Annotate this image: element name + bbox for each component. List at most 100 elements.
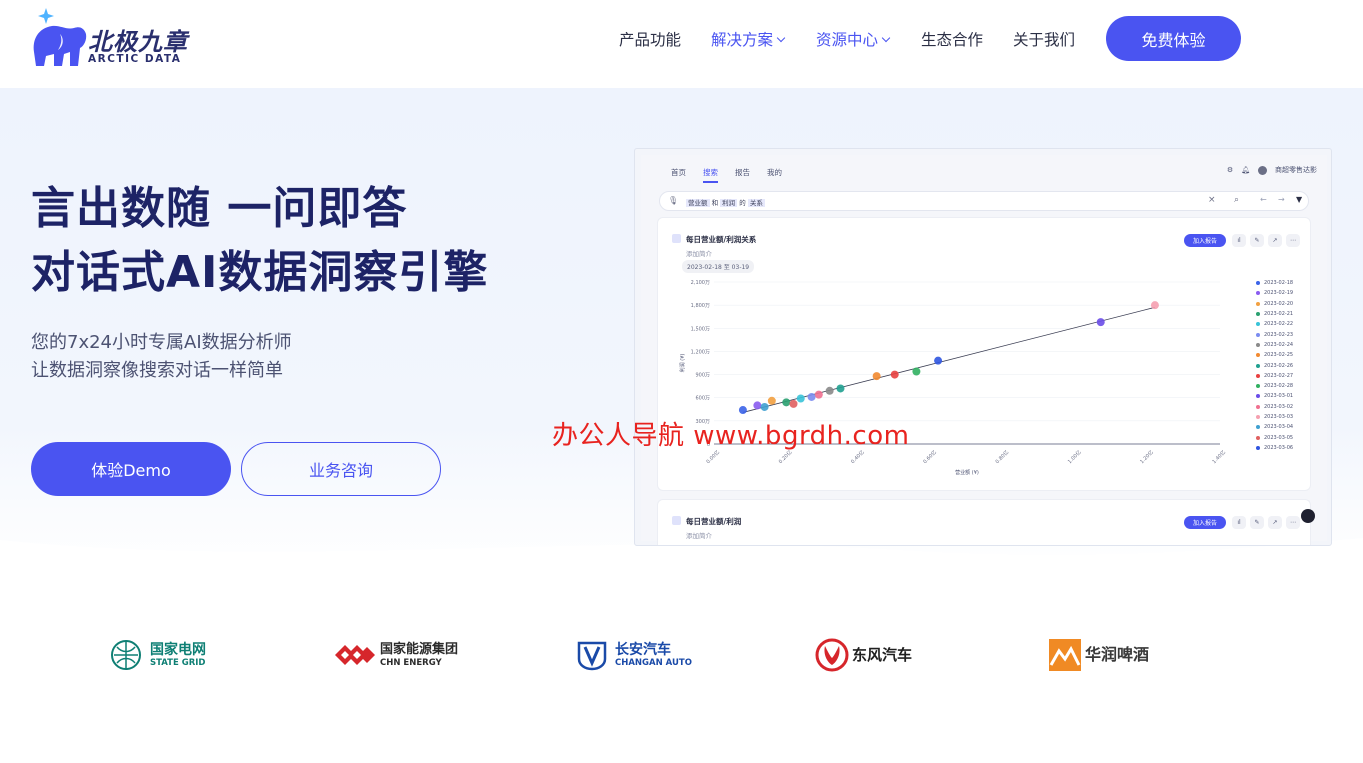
nav-label: 生态合作 [921, 31, 984, 49]
legend-swatch [1256, 445, 1260, 450]
legend-item[interactable]: 2023-02-24 [1256, 340, 1293, 350]
legend-swatch [1256, 363, 1260, 368]
legend-item[interactable]: 2023-03-05 [1256, 432, 1293, 442]
legend-label: 2023-02-27 [1264, 372, 1294, 379]
y-tick-label: 2,100万 [691, 280, 710, 286]
scatter-point [760, 402, 769, 411]
search-token: 营业额 [686, 199, 710, 207]
legend-item[interactable]: 2023-03-01 [1256, 391, 1293, 401]
legend-item[interactable]: 2023-02-28 [1256, 381, 1293, 391]
clear-icon[interactable]: × [1208, 195, 1216, 205]
scatter-point [912, 367, 921, 376]
preview-tab-report[interactable]: 报告 [735, 167, 750, 178]
partner-name-cn: 东风汽车 [852, 646, 913, 664]
x-tick-label: 1.00亿 [1066, 449, 1082, 465]
legend-item[interactable]: 2023-03-03 [1256, 412, 1293, 422]
avatar[interactable] [1258, 165, 1267, 175]
legend-item[interactable]: 2023-02-21 [1256, 309, 1293, 319]
chart-card-desc[interactable]: 添加简介 [686, 530, 712, 540]
bell-icon[interactable]: 🔔︎ [1241, 166, 1250, 174]
chart-icon [672, 516, 681, 525]
preview-search-bar[interactable]: 🎙︎ 营业额 和 利润 的 关系 × ⌕ ← → ▼ [659, 191, 1309, 211]
forward-arrow-icon[interactable]: → [1278, 195, 1285, 204]
trend-line [742, 306, 1156, 413]
gear-icon[interactable]: ⚙ [1227, 166, 1233, 174]
legend-label: 2023-02-25 [1264, 352, 1294, 359]
user-label[interactable]: 商超零售达影 [1275, 165, 1317, 175]
add-to-report-button[interactable]: 加入报告 [1184, 516, 1226, 529]
chn-energy-logo-icon [335, 645, 375, 665]
legend-item[interactable]: 2023-02-18 [1256, 278, 1293, 288]
search-token: 的 [739, 199, 746, 207]
changan-logo-icon [577, 641, 607, 671]
preview-tab-search[interactable]: 搜索 [703, 167, 718, 183]
nav-item-ecosystem[interactable]: 生态合作 [921, 28, 983, 50]
more-icon[interactable]: ⋯ [1286, 234, 1300, 247]
location-pin-icon[interactable] [1301, 509, 1315, 523]
nav-item-solutions[interactable]: 解决方案 [711, 28, 786, 50]
legend-swatch [1256, 425, 1260, 430]
brand-logo[interactable]: 北极九章 ARCTIC DATA [30, 8, 190, 70]
legend-item[interactable]: 2023-02-27 [1256, 371, 1293, 381]
search-token: 和 [711, 199, 719, 207]
partner-chn-energy: 国家能源集团 CHN ENERGY [333, 620, 458, 690]
legend-swatch [1256, 332, 1260, 337]
legend-item[interactable]: 2023-03-06 [1256, 443, 1293, 453]
product-preview-screenshot: 首页 搜索 报告 我的 ⚙ 🔔︎ 商超零售达影 🎙︎ 营业额 和 利润 的 关系… [634, 148, 1332, 546]
legend-item[interactable]: 2023-02-23 [1256, 329, 1293, 339]
business-consult-button[interactable]: 业务咨询 [241, 442, 441, 496]
legend-swatch [1256, 312, 1260, 317]
y-tick-label: 600万 [695, 396, 710, 402]
partner-cr-beer: 华润啤酒 [1049, 620, 1149, 690]
edit-icon[interactable]: ✎ [1250, 516, 1264, 529]
preview-tab-mine[interactable]: 我的 [767, 167, 782, 178]
edit-icon[interactable]: ✎ [1250, 234, 1264, 247]
legend-label: 2023-03-02 [1264, 403, 1294, 410]
legend-item[interactable]: 2023-02-26 [1256, 360, 1293, 370]
x-axis-label: 营业额 (¥) [955, 469, 979, 476]
scatter-point [738, 406, 747, 415]
more-icon[interactable]: ⋯ [1286, 516, 1300, 529]
preview-tab-home[interactable]: 首页 [671, 167, 686, 178]
back-arrow-icon[interactable]: ← [1260, 195, 1267, 204]
legend-item[interactable]: 2023-02-20 [1256, 299, 1293, 309]
hero-subtitle-line2: 让数据洞察像搜索对话一样简单 [31, 360, 283, 381]
legend-item[interactable]: 2023-02-19 [1256, 288, 1293, 298]
chart-date-range[interactable]: 2023-02-18 至 03-19 [682, 260, 755, 273]
site-header: 北极九章 ARCTIC DATA 产品功能 解决方案 资源中心 生态合作 关于我… [0, 0, 1363, 88]
legend-label: 2023-03-03 [1264, 414, 1294, 420]
free-trial-button[interactable]: 免费体验 [1106, 16, 1241, 61]
nav-item-resources[interactable]: 资源中心 [816, 28, 891, 50]
legend-item[interactable]: 2023-03-04 [1256, 422, 1293, 432]
filter-icon[interactable]: ▼ [1296, 195, 1302, 204]
y-axis-label: 利润 (¥) [679, 354, 686, 373]
legend-item[interactable]: 2023-02-22 [1256, 319, 1293, 329]
search-icon[interactable]: ⌕ [1234, 195, 1239, 205]
try-demo-button[interactable]: 体验Demo [31, 442, 231, 496]
legend-swatch [1256, 373, 1260, 378]
microphone-icon[interactable]: 🎙︎ [668, 196, 678, 205]
legend-swatch [1256, 291, 1260, 296]
dongfeng-logo-icon [815, 638, 849, 672]
chevron-down-icon [881, 33, 891, 43]
legend-item[interactable]: 2023-02-25 [1256, 350, 1293, 360]
share-icon[interactable]: ↗ [1268, 234, 1282, 247]
scatter-point [872, 372, 881, 381]
chart-type-icon[interactable]: ıl [1232, 516, 1246, 529]
cr-beer-logo-icon [1049, 639, 1081, 671]
legend-swatch [1256, 342, 1260, 347]
chart-card-desc[interactable]: 添加简介 [686, 248, 712, 258]
scatter-point [1150, 301, 1159, 310]
nav-item-product[interactable]: 产品功能 [619, 28, 681, 50]
share-icon[interactable]: ↗ [1268, 516, 1282, 529]
legend-swatch [1256, 384, 1260, 389]
chart-type-icon[interactable]: ıl [1232, 234, 1246, 247]
legend-label: 2023-02-23 [1264, 331, 1294, 338]
legend-label: 2023-02-22 [1264, 321, 1294, 328]
legend-swatch [1256, 415, 1260, 419]
legend-label: 2023-02-18 [1264, 280, 1294, 287]
add-to-report-button[interactable]: 加入报告 [1184, 234, 1226, 247]
legend-item[interactable]: 2023-03-02 [1256, 402, 1293, 412]
nav-item-about[interactable]: 关于我们 [1013, 28, 1075, 50]
nav-label: 解决方案 [711, 31, 774, 49]
